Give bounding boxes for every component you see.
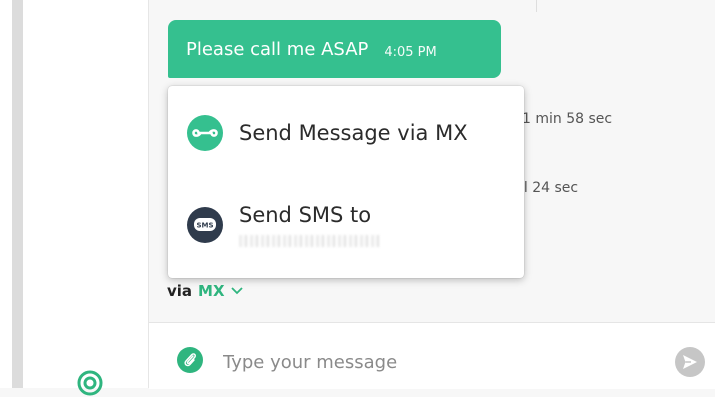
message-input[interactable] <box>221 345 665 379</box>
send-sms-text-group: Send SMS to <box>239 203 379 247</box>
send-via-selector[interactable]: via MX <box>167 282 243 300</box>
top-divider <box>536 0 537 12</box>
chevron-down-icon <box>230 287 243 295</box>
send-icon[interactable] <box>675 347 705 377</box>
send-via-mx-label: Send Message via MX <box>239 121 468 145</box>
message-time: 4:05 PM <box>384 44 437 60</box>
redacted-phone-number <box>239 235 379 247</box>
sms-icon-text: SMS <box>196 222 213 230</box>
send-via-mx-option[interactable]: Send Message via MX <box>168 90 524 176</box>
left-rail-scrollbar[interactable] <box>12 0 23 388</box>
send-sms-option[interactable]: SMS Send SMS to <box>168 182 524 268</box>
call-duration: 1 min 58 sec <box>522 111 613 127</box>
send-options-menu: Send Message via MX SMS Send SMS to <box>168 86 524 278</box>
message-text: Please call me ASAP <box>186 38 369 60</box>
send-sms-label: Send SMS to <box>239 203 372 227</box>
message-composer <box>149 322 715 389</box>
attachment-icon[interactable] <box>177 347 203 373</box>
mx-logo-icon[interactable] <box>76 369 104 397</box>
left-rail <box>0 0 148 396</box>
call-duration: ll 24 sec <box>520 180 579 196</box>
via-channel: MX <box>198 282 225 300</box>
sms-icon: SMS <box>187 207 223 243</box>
message-bubble: Please call me ASAP 4:05 PM <box>168 20 501 78</box>
via-prefix: via <box>167 282 193 300</box>
mx-infinity-icon <box>187 115 223 151</box>
